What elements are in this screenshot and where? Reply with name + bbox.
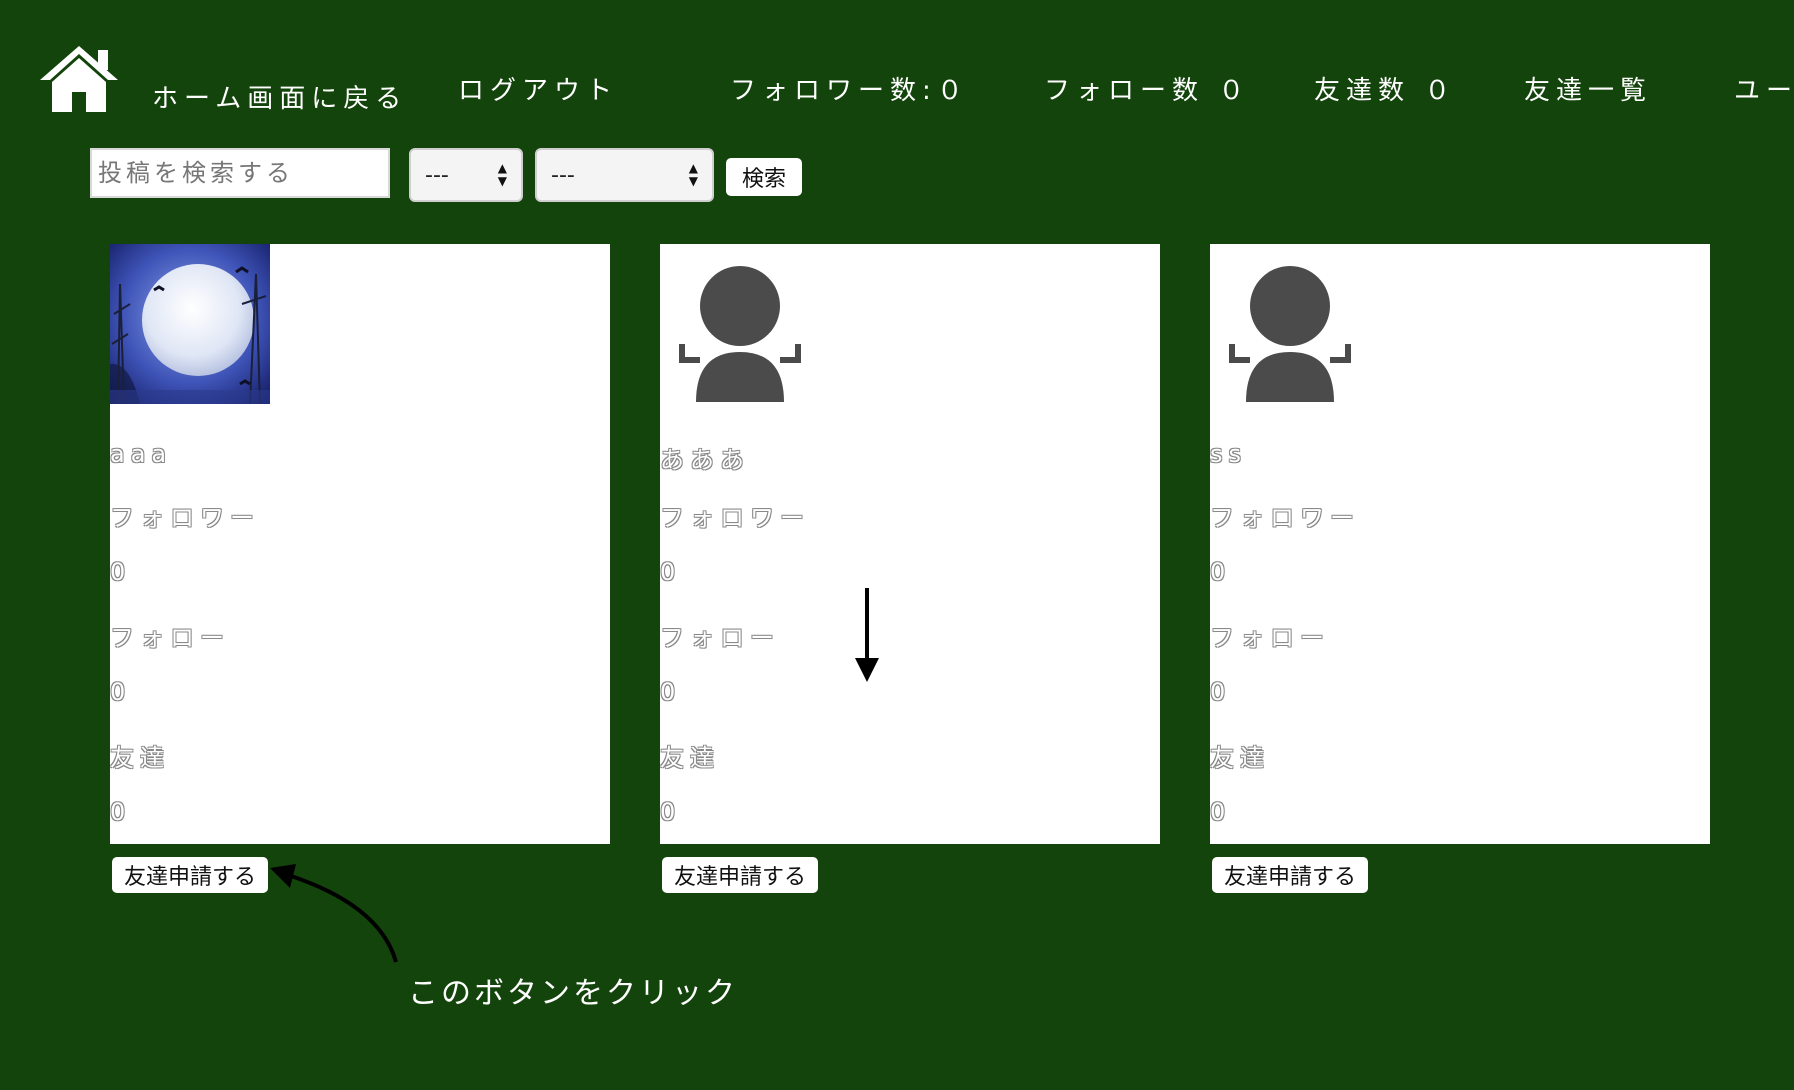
- friend-request-button[interactable]: 友達申請する: [662, 857, 819, 893]
- nav-users-link[interactable]: ユー: [1734, 70, 1794, 107]
- default-user-icon: [679, 266, 801, 402]
- following-count: 0: [110, 678, 132, 706]
- default-user-icon: [1229, 266, 1351, 402]
- user-card: ss フォロワー 0 フォロー 0 友達 0: [1210, 244, 1710, 844]
- friend-request-button[interactable]: 友達申請する: [112, 857, 269, 893]
- home-icon[interactable]: [38, 44, 120, 116]
- annotation-text: このボタンをクリック: [408, 976, 738, 1011]
- sort-select-value: ---: [551, 162, 575, 188]
- following-count: 0: [1210, 678, 1232, 706]
- followers-count: 0: [110, 558, 132, 586]
- select-arrows-icon: ▲ ▼: [688, 161, 698, 188]
- user-card: あああ フォロワー 0 フォロー 0 友達 0: [660, 244, 1160, 844]
- followers-count: 0: [660, 558, 682, 586]
- search-input[interactable]: [90, 148, 390, 198]
- friends-label: 友達: [110, 744, 170, 772]
- followers-label: フォロワー: [1210, 504, 1360, 532]
- search-button[interactable]: 検索: [726, 158, 802, 196]
- nav-followers-count[interactable]: フォロワー数:０: [730, 70, 969, 107]
- nav-logout-link[interactable]: ログアウト: [458, 70, 618, 107]
- friends-count: 0: [110, 798, 132, 826]
- top-nav: ホーム画面に戻る ログアウト フォロワー数:０ フォロー数 ０ 友達数 ０ 友達…: [38, 44, 1794, 124]
- friends-count: 0: [660, 798, 682, 826]
- following-label: フォロー: [1210, 624, 1330, 652]
- category-select-value: ---: [425, 162, 449, 188]
- following-label: フォロー: [660, 624, 780, 652]
- sort-select[interactable]: --- ▲ ▼: [535, 148, 714, 202]
- curved-arrow-icon: [270, 864, 398, 963]
- following-count: 0: [660, 678, 682, 706]
- user-name: ss: [1210, 440, 1248, 468]
- friend-request-button[interactable]: 友達申請する: [1212, 857, 1369, 893]
- following-label: フォロー: [110, 624, 230, 652]
- category-select[interactable]: --- ▲ ▼: [409, 148, 523, 202]
- followers-label: フォロワー: [660, 504, 810, 532]
- user-card: aaa フォロワー 0 フォロー 0 友達 0: [110, 244, 610, 844]
- friends-label: 友達: [1210, 744, 1270, 772]
- user-name: あああ: [660, 446, 750, 474]
- avatar-moon-image: [110, 244, 270, 404]
- nav-home-link[interactable]: ホーム画面に戻る: [152, 78, 407, 115]
- nav-friends-list-link[interactable]: 友達一覧: [1524, 70, 1652, 107]
- nav-following-count[interactable]: フォロー数 ０: [1044, 70, 1250, 107]
- friends-count: 0: [1210, 798, 1232, 826]
- friends-label: 友達: [660, 744, 720, 772]
- user-name: aaa: [110, 440, 173, 468]
- nav-friends-count[interactable]: 友達数 ０: [1314, 70, 1456, 107]
- select-arrows-icon: ▲ ▼: [497, 161, 507, 188]
- followers-label: フォロワー: [110, 504, 260, 532]
- followers-count: 0: [1210, 558, 1232, 586]
